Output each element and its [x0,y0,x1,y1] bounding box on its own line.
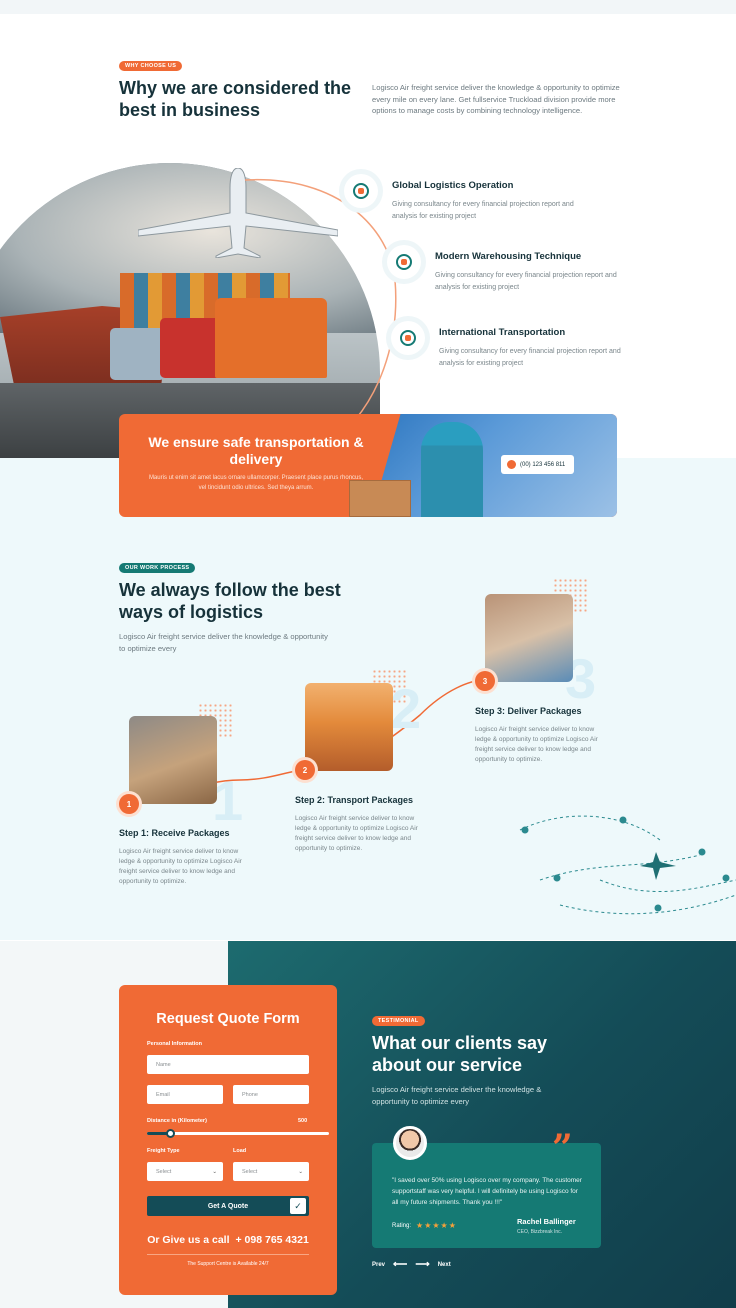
step-text: Logisco Air freight service deliver to k… [119,848,242,885]
form-title: Request Quote Form [156,1011,300,1027]
form-divider [147,1254,309,1255]
email-field[interactable]: Email [147,1085,223,1104]
quote-icon: ” [552,1127,573,1169]
arrow-right-icon[interactable]: ⟶ [415,1259,429,1270]
call-row: Or Give us a call + 098 765 4321 [147,1234,309,1246]
rating-label: Rating: [392,1222,412,1229]
check-icon: ✓ [290,1198,306,1214]
request-quote-form: Request Quote Form [119,985,337,1295]
prev-button[interactable]: Prev [372,1262,385,1268]
step-big-number: 2 [390,677,422,740]
step-title: Step 1: Receive Packages [119,828,230,838]
white-truck-image [110,328,165,380]
personal-info-label: Personal Information [147,1041,203,1047]
distance-slider[interactable] [147,1129,329,1138]
deliver-packages-image [485,594,573,682]
boxes-image [349,480,411,517]
testimonial-quote: "I saved over 50% using Logisco over my … [392,1177,582,1206]
promo-text: Mauris ut enim sit amet lacus ornare ull… [148,475,364,491]
distance-label: Distance in (Kilometer) [147,1118,207,1124]
step-number-badge: 3 [475,671,495,691]
call-number[interactable]: + 098 765 4321 [236,1234,309,1246]
chevron-down-icon: ⌄ [298,1168,303,1175]
delivery-worker-image [421,422,483,517]
process-title: We always follow the best ways of logist… [119,580,341,622]
freight-type-select[interactable]: Select ⌄ [147,1162,223,1181]
feature-international-transport: International Transportation Giving cons… [391,321,659,369]
step-title: Step 2: Transport Packages [295,795,414,805]
load-label: Load [233,1148,247,1154]
step-title: Step 3: Deliver Packages [475,706,582,716]
step-receive: Step 1: Receive Packages Logisco Air fre… [119,828,247,887]
testimonial-description: Logisco Air freight service deliver the … [372,1085,542,1106]
why-title: Why we are considered the best in busine… [119,78,352,120]
feature-title: Modern Warehousing Technique [435,251,582,262]
load-select-value: Select [242,1168,258,1175]
feature-title: Global Logistics Operation [392,180,514,191]
avatar [393,1126,427,1160]
page: WHY CHOOSE US Why we are considered the … [0,0,736,1308]
promo-phone: (00) 123 456 811 [520,461,566,468]
feature-text: Giving consultancy for every financial p… [435,272,617,291]
transport-packages-image [305,683,393,771]
reviewer-role: CEO, Bizzbreak Inc. [517,1229,563,1235]
step-text: Logisco Air freight service deliver to k… [475,726,598,763]
globe-icon [344,174,378,208]
feature-text: Giving consultancy for every financial p… [439,348,621,367]
feature-title: International Transportation [439,327,566,338]
step-text: Logisco Air freight service deliver to k… [295,815,418,852]
transport-icon [391,321,425,355]
why-choose-badge: WHY CHOOSE US [119,61,183,71]
freight-type-label: Freight Type [147,1148,180,1154]
testimonial-nav: Prev ⟵ ⟶ Next [372,1259,451,1270]
warehouse-icon [387,245,421,279]
load-select[interactable]: Select ⌄ [233,1162,309,1181]
why-description: Logisco Air freight service deliver the … [372,83,620,115]
feature-warehousing: Modern Warehousing Technique Giving cons… [387,245,655,293]
orange-truck-image [215,298,327,378]
chevron-down-icon: ⌄ [212,1168,217,1175]
call-text: Or Give us a call [147,1234,230,1246]
feature-global-logistics: Global Logistics Operation Giving consul… [344,174,612,222]
phone-icon [507,460,516,469]
arrow-left-icon[interactable]: ⟵ [393,1259,407,1270]
reviewer-name: Rachel Ballinger [517,1217,576,1226]
step-deliver: Step 3: Deliver Packages Logisco Air fre… [475,706,603,765]
name-field[interactable]: Name [147,1055,309,1074]
airplane-icon [640,852,676,880]
promo-title: We ensure safe transportation & delivery [148,434,364,467]
route-map-graphic [521,816,730,912]
step-number-badge: 1 [119,794,139,814]
distance-max: 500 [298,1118,308,1124]
step-number-badge: 2 [295,760,315,780]
testimonial-badge: TESTIMONIAL [372,1016,425,1026]
feature-text: Giving consultancy for every financial p… [392,201,574,220]
receive-packages-image [129,716,217,804]
process-description: Logisco Air freight service deliver the … [119,632,328,653]
phone-field[interactable]: Phone [233,1085,309,1104]
support-text: The Support Centre is Available 24/7 [187,1261,269,1267]
phone-pill[interactable]: (00) 123 456 811 [501,455,574,474]
freight-select-value: Select [156,1168,172,1175]
promo-banner: We ensure safe transportation & delivery… [119,414,617,517]
get-quote-button[interactable]: Get A Quote [147,1196,309,1216]
work-process-badge: OUR WORK PROCESS [119,563,196,573]
step-transport: Step 2: Transport Packages Logisco Air f… [295,795,423,854]
top-bar [0,0,736,14]
testimonial-title: What our clients say about our service [372,1033,548,1075]
rating: Rating: ★★★★★ [392,1221,457,1230]
star-rating-icon: ★★★★★ [416,1221,457,1230]
distance-slider-handle[interactable] [166,1129,175,1138]
next-button[interactable]: Next [438,1262,451,1268]
airplane-icon [138,168,338,258]
